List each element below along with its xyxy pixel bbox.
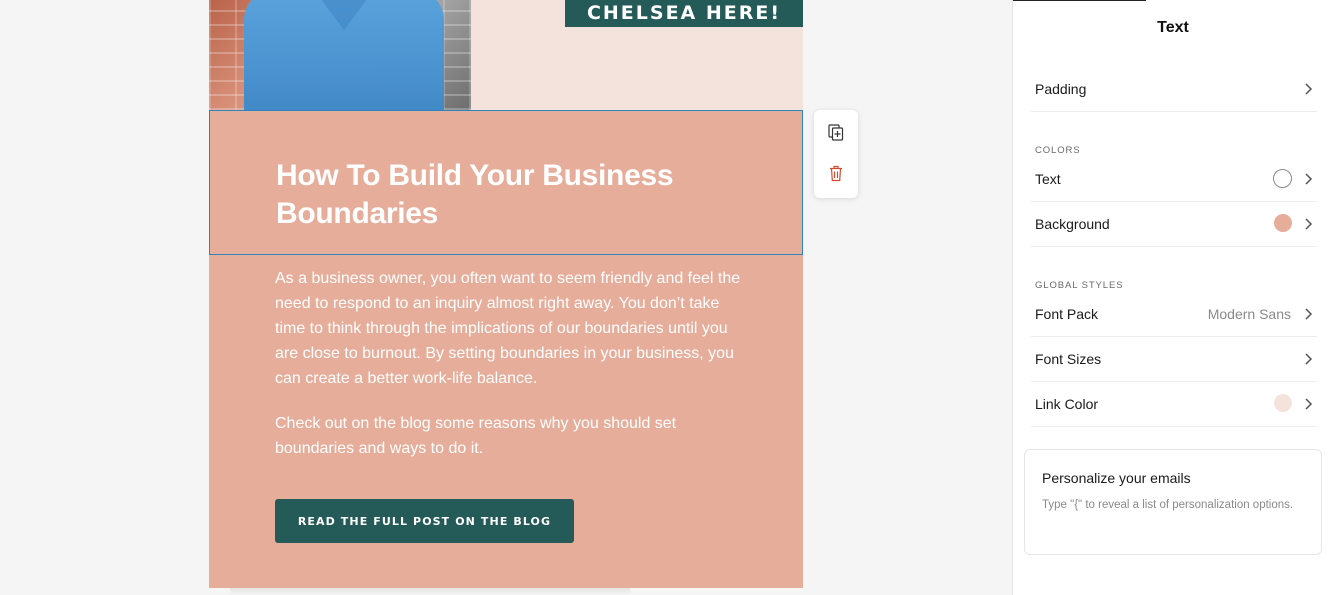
background-color-row[interactable]: Background: [1031, 202, 1317, 247]
font-pack-row[interactable]: Font Pack Modern Sans: [1031, 292, 1317, 337]
personalize-emails-card: Personalize your emails Type "{" to reve…: [1024, 449, 1322, 555]
global-styles-section-label: GLOBAL STYLES: [1035, 280, 1124, 291]
hero-image-block[interactable]: CHELSEA HERE!: [209, 0, 803, 110]
link-color-row[interactable]: Link Color: [1031, 382, 1317, 427]
email-preview: CHELSEA HERE! How To Build Your Business…: [209, 0, 803, 588]
text-settings-panel: Text Padding COLORS Text Background GLOB…: [1012, 0, 1332, 595]
chevron-right-icon: [1305, 398, 1313, 410]
body-paragraph: As a business owner, you often want to s…: [275, 270, 741, 387]
colors-section-label: COLORS: [1035, 145, 1081, 156]
chevron-right-icon: [1305, 353, 1313, 365]
background-label: Background: [1035, 216, 1110, 232]
font-pack-label: Font Pack: [1035, 306, 1099, 322]
panel-title: Text: [1157, 19, 1189, 36]
body-paragraph: Check out on the blog some reasons why y…: [275, 415, 677, 457]
email-body[interactable]: As a business owner, you often want to s…: [275, 266, 745, 481]
read-full-post-button[interactable]: READ THE FULL POST ON THE BLOG: [275, 499, 574, 543]
email-title: How To Build Your Business Boundaries: [276, 159, 674, 230]
editor-canvas: CHELSEA HERE! How To Build Your Business…: [0, 0, 1012, 595]
text-color-swatch: [1273, 169, 1292, 188]
chevron-right-icon: [1305, 173, 1313, 185]
link-color-label: Link Color: [1035, 396, 1099, 412]
link-color-swatch: [1274, 394, 1292, 412]
padding-row[interactable]: Padding: [1031, 67, 1317, 112]
personalize-hint: Type "{" to reveal a list of personaliza…: [1042, 499, 1294, 511]
chevron-right-icon: [1305, 218, 1313, 230]
font-sizes-row[interactable]: Font Sizes: [1031, 337, 1317, 382]
hero-badge: CHELSEA HERE!: [565, 0, 803, 27]
block-shadow: [230, 588, 630, 595]
font-sizes-label: Font Sizes: [1035, 351, 1102, 367]
text-color-row[interactable]: Text: [1031, 157, 1317, 202]
chevron-right-icon: [1305, 308, 1313, 320]
font-pack-value: Modern Sans: [1207, 306, 1291, 322]
background-color-swatch: [1274, 214, 1292, 232]
personalize-title: Personalize your emails: [1042, 470, 1191, 486]
panel-top-indicator: [1013, 0, 1146, 1]
hero-photo: [209, 0, 471, 110]
selected-title-block[interactable]: How To Build Your Business Boundaries: [209, 110, 803, 255]
duplicate-icon[interactable]: [825, 121, 847, 143]
padding-label: Padding: [1035, 81, 1087, 97]
trash-icon[interactable]: [825, 162, 847, 184]
block-toolbar: [814, 110, 858, 198]
chevron-right-icon: [1305, 83, 1313, 95]
text-color-label: Text: [1035, 171, 1061, 187]
